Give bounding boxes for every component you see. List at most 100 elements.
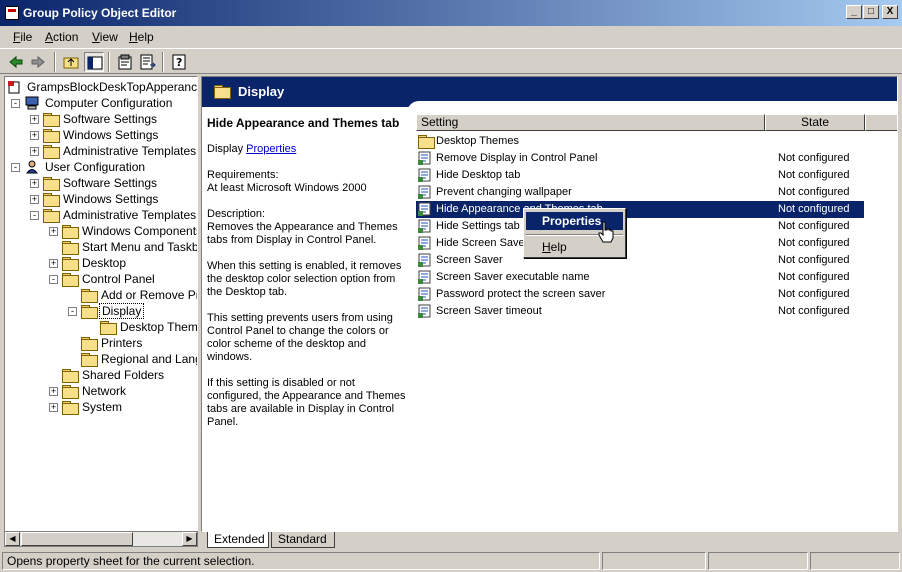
setting-name: Screen Saver timeout <box>436 305 542 317</box>
status-bar: Opens property sheet for the current sel… <box>0 550 902 572</box>
expand-icon[interactable]: + <box>30 147 39 156</box>
setting-name: Screen Saver executable name <box>436 271 590 283</box>
column-header-state[interactable]: State <box>765 114 865 131</box>
scroll-thumb[interactable] <box>21 532 133 546</box>
setting-state: Not configured <box>778 305 850 317</box>
description-label: Description: <box>207 208 266 220</box>
folder-icon <box>62 273 79 287</box>
title-bar: Group Policy Object Editor _ □ X <box>0 0 902 26</box>
tree-item-label: Display <box>99 303 145 319</box>
expand-icon[interactable]: + <box>30 195 39 204</box>
hand-pointer-icon <box>598 221 614 243</box>
column-header-setting[interactable]: Setting <box>416 114 765 131</box>
setting-row[interactable]: Hide Screen Saver tab Not configured <box>416 235 897 252</box>
policy-setting-icon <box>418 168 432 182</box>
tree-item-label: Desktop Theme <box>120 320 198 334</box>
folder-icon <box>418 135 435 149</box>
setting-name: Screen Saver <box>436 254 503 266</box>
setting-state: Not configured <box>778 271 850 283</box>
policy-setting-icon <box>418 270 432 284</box>
setting-row[interactable]: Screen Saver executable name Not configur… <box>416 269 897 286</box>
setting-row[interactable]: Prevent changing wallpaper Not configured <box>416 184 897 201</box>
folder-icon <box>43 193 60 207</box>
folder-icon <box>62 241 79 255</box>
menu-help[interactable]: Help <box>129 30 154 44</box>
tree-item-label: Windows Settings <box>63 192 159 206</box>
tree-item-label: User Configuration <box>45 160 146 174</box>
tree-item-label: Network <box>82 384 127 398</box>
tree-item-label: Control Panel <box>82 272 155 286</box>
tree-item-label: Software Settings <box>63 176 158 190</box>
toolbar-separator <box>162 52 164 72</box>
expand-icon[interactable]: + <box>30 131 39 140</box>
show-hide-tree-icon[interactable] <box>84 52 104 72</box>
back-arrow-icon[interactable] <box>6 52 26 72</box>
setting-row[interactable]: Hide Appearance and Themes tab Not config… <box>416 201 864 218</box>
disabled-text: If this setting is disabled or not confi… <box>207 377 406 428</box>
setting-name: Remove Display in Control Panel <box>436 152 598 164</box>
folder-icon <box>100 321 117 335</box>
policy-setting-icon <box>418 151 432 165</box>
help-icon[interactable]: ? <box>169 52 189 72</box>
tree-item-label: Windows Settings <box>63 128 159 142</box>
expand-icon[interactable]: + <box>49 403 58 412</box>
setting-state: Not configured <box>778 203 850 215</box>
maximize-button[interactable]: □ <box>863 5 879 19</box>
collapse-icon[interactable]: - <box>11 163 20 172</box>
collapse-icon[interactable]: - <box>68 307 77 316</box>
setting-row[interactable]: Desktop Themes <box>416 133 897 150</box>
collapse-icon[interactable]: - <box>11 99 20 108</box>
menu-action[interactable]: Action <box>45 30 78 44</box>
tree-item-label: Shared Folders <box>82 368 165 382</box>
properties-icon[interactable] <box>115 52 135 72</box>
setting-row[interactable]: Hide Desktop tab Not configured <box>416 167 897 184</box>
collapse-icon[interactable]: - <box>49 275 58 284</box>
policy-setting-icon <box>418 304 432 318</box>
column-header-filler <box>865 114 897 131</box>
tree-item-label: Regional and Langu <box>101 352 198 366</box>
folder-icon <box>62 385 79 399</box>
export-list-icon[interactable] <box>138 52 158 72</box>
properties-link[interactable]: Properties <box>246 143 296 155</box>
policy-setting-icon <box>418 236 432 250</box>
status-panel-3 <box>708 552 808 570</box>
setting-row[interactable]: Screen Saver timeout Not configured <box>416 303 897 320</box>
setting-row[interactable]: Password protect the screen saver Not con… <box>416 286 897 303</box>
setting-row[interactable]: Remove Display in Control Panel Not confi… <box>416 150 897 167</box>
tree-item-label: Administrative Templates <box>63 208 197 222</box>
folder-icon <box>43 145 60 159</box>
folder-icon <box>81 337 98 351</box>
policy-setting-icon <box>418 185 432 199</box>
expand-icon[interactable]: + <box>49 227 58 236</box>
menu-view[interactable]: View <box>92 30 118 44</box>
setting-state: Not configured <box>778 254 850 266</box>
tree-horizontal-scrollbar[interactable]: ◀ ▶ <box>4 531 198 547</box>
up-one-level-icon[interactable] <box>61 52 81 72</box>
header-curve <box>407 101 897 115</box>
tree-item-label: Windows Components <box>82 224 198 238</box>
expand-icon[interactable]: + <box>30 179 39 188</box>
setting-state: Not configured <box>778 220 850 232</box>
expand-icon[interactable]: + <box>49 387 58 396</box>
scroll-right-arrow-icon[interactable]: ▶ <box>182 532 197 546</box>
tree-item-label: Computer Configuration <box>45 96 173 110</box>
setting-state: Not configured <box>778 152 850 164</box>
expand-icon[interactable]: + <box>30 115 39 124</box>
setting-row[interactable]: Hide Settings tab Not configured <box>416 218 897 235</box>
setting-name: Prevent changing wallpaper <box>436 186 572 198</box>
minimize-button[interactable]: _ <box>846 5 862 19</box>
policy-setting-icon <box>418 253 432 267</box>
scroll-left-arrow-icon[interactable]: ◀ <box>5 532 20 546</box>
setting-name: Hide Settings tab <box>436 220 520 232</box>
expand-icon[interactable]: + <box>49 259 58 268</box>
close-button[interactable]: X <box>882 5 898 19</box>
console-tree[interactable]: GrampsBlockDeskTopApperance [BC Computer … <box>4 76 198 546</box>
gpedit-app-icon[interactable] <box>5 6 19 20</box>
forward-arrow-icon[interactable] <box>28 52 48 72</box>
tab-extended[interactable]: Extended <box>207 532 269 548</box>
setting-row[interactable]: Screen Saver Not configured <box>416 252 897 269</box>
collapse-icon[interactable]: - <box>30 211 39 220</box>
description-text: Removes the Appearance and Themes tabs f… <box>207 221 398 246</box>
menu-file[interactable]: File <box>13 30 32 44</box>
tab-standard[interactable]: Standard <box>271 532 335 548</box>
